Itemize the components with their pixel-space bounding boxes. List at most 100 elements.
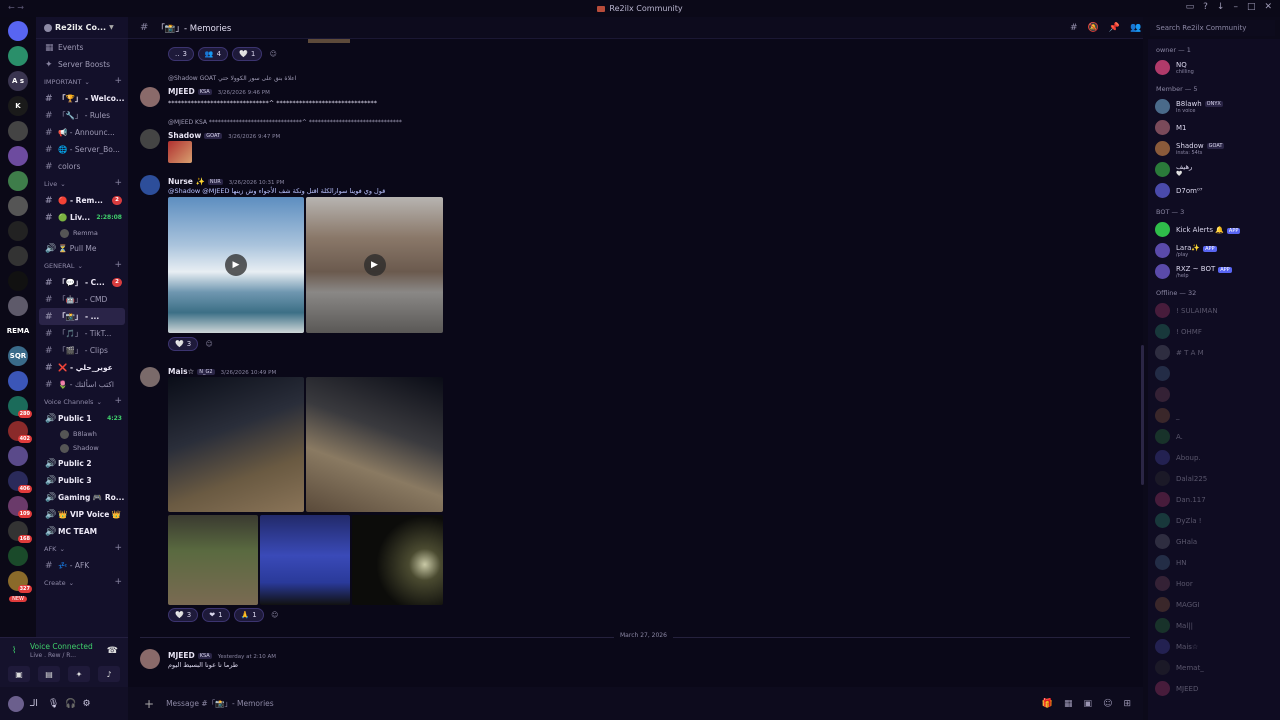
sticker-icon[interactable]: ▣: [1084, 699, 1093, 709]
member-item[interactable]: DyZla !: [1148, 510, 1280, 531]
channel-category[interactable]: Live ⌄ +: [36, 175, 128, 192]
camera-off-button[interactable]: ▣: [8, 666, 30, 682]
channel-item[interactable]: # 「💬」 - C... 2: [36, 274, 128, 291]
server-icon[interactable]: SQR: [8, 346, 28, 366]
channel-item[interactable]: 🔊 👑 VIP Voice 👑: [36, 506, 128, 523]
reaction-button[interactable]: .. 3: [168, 47, 194, 61]
server-icon[interactable]: [8, 546, 28, 566]
member-item[interactable]: Shadow GOAT insta: 54ts: [1148, 138, 1280, 159]
apps-icon[interactable]: ⊞: [1123, 699, 1131, 709]
close-icon[interactable]: ✕: [1264, 2, 1272, 12]
channel-item[interactable]: # colors: [36, 158, 128, 175]
server-icon[interactable]: 280: [8, 396, 32, 418]
channel-item[interactable]: # 📢 - Announc...: [36, 124, 128, 141]
search-input[interactable]: Search Re2ilx Community: [1150, 20, 1275, 36]
server-icon[interactable]: [8, 196, 28, 216]
reaction-button[interactable]: 🤍 3: [168, 608, 199, 622]
reply-preview[interactable]: @Shadow GOAT اعلاة بنق على سور الكوولا ح…: [168, 75, 296, 82]
add-reaction-icon[interactable]: ☺: [202, 337, 216, 351]
add-reaction-icon[interactable]: ☺: [266, 47, 280, 61]
channel-item[interactable]: 🔊 Public 1 4:23: [36, 410, 128, 427]
emoji-icon[interactable]: ☺: [1103, 699, 1112, 709]
member-item[interactable]: رهيف 🤍: [1148, 159, 1280, 180]
server-icon[interactable]: REMA: [7, 321, 29, 341]
member-item[interactable]: MJEED: [1148, 678, 1280, 699]
reaction-button[interactable]: 🙏 1: [233, 608, 264, 622]
gear-icon[interactable]: ⚙: [83, 699, 91, 709]
author-name[interactable]: Nurse ✨ NUR 3/26/2026 10:31 PM: [168, 177, 284, 186]
pin-icon[interactable]: 📌: [1109, 23, 1120, 33]
member-item[interactable]: _: [1148, 405, 1280, 426]
soundboard-button[interactable]: ♪: [98, 666, 120, 682]
channel-item[interactable]: # 「🎬」 - Clips: [36, 342, 128, 359]
channel-item[interactable]: # 🔴 - Rem... 2: [36, 192, 128, 209]
channel-item[interactable]: # 🌷 - اكتب اسألتك: [36, 376, 128, 393]
member-item[interactable]: HN: [1148, 552, 1280, 573]
gif-icon[interactable]: ▦: [1064, 699, 1073, 709]
server-icon[interactable]: [8, 371, 28, 391]
maximize-icon[interactable]: □: [1247, 2, 1256, 12]
member-item[interactable]: GHala: [1148, 531, 1280, 552]
image-attachment[interactable]: [168, 515, 258, 605]
avatar[interactable]: [140, 129, 160, 149]
members-icon[interactable]: 👥: [1130, 23, 1141, 33]
member-item[interactable]: RXZ ~ BOT APP/help: [1148, 261, 1280, 282]
member-item[interactable]: Mais☆: [1148, 636, 1280, 657]
minimize-icon[interactable]: –: [1233, 2, 1238, 12]
add-channel-icon[interactable]: +: [114, 260, 122, 270]
reaction-button[interactable]: 👥 4: [197, 47, 229, 61]
server-icon[interactable]: A s: [8, 71, 28, 91]
member-item[interactable]: Memat_: [1148, 657, 1280, 678]
image-attachment[interactable]: [260, 515, 350, 605]
member-item[interactable]: Mal||: [1148, 615, 1280, 636]
sidebar-item[interactable]: ▦ Events: [36, 39, 128, 56]
member-item[interactable]: [1148, 363, 1280, 384]
member-item[interactable]: M1: [1148, 117, 1280, 138]
server-icon[interactable]: [8, 446, 28, 466]
server-icon[interactable]: [8, 221, 28, 241]
channel-item[interactable]: 🔊 ⏳ Pull Me: [36, 240, 128, 257]
author-name[interactable]: MJEED KSA Yesterday at 2:10 AM: [168, 651, 276, 660]
server-icon[interactable]: [8, 21, 28, 41]
member-item[interactable]: [1148, 384, 1280, 405]
member-item[interactable]: Dalal225: [1148, 468, 1280, 489]
channel-item[interactable]: 🔊 Gaming 🎮 Ro...: [36, 489, 128, 506]
voice-subtitle[interactable]: Live . Rew / R...: [30, 652, 76, 659]
member-item[interactable]: ! OHMF: [1148, 321, 1280, 342]
reaction-button[interactable]: 🤍 3: [168, 337, 199, 351]
channel-item[interactable]: # 「🔧」 - Rules: [36, 107, 128, 124]
author-name[interactable]: Mais☆ N_G2 3/26/2026 10:49 PM: [168, 367, 276, 376]
help-icon[interactable]: ?: [1203, 2, 1208, 12]
avatar[interactable]: [140, 87, 160, 107]
channel-item[interactable]: 🔊 MC TEAM: [36, 523, 128, 540]
channel-item[interactable]: # 🟢 Liv... 2:28:08: [36, 209, 128, 226]
video-attachment[interactable]: ▶: [306, 197, 443, 333]
server-icon[interactable]: [8, 46, 28, 66]
server-header[interactable]: Re2ilx Co... ▼: [36, 17, 128, 39]
scrollbar[interactable]: [1141, 345, 1144, 485]
channel-item[interactable]: # 🌐 - Server_Bo...: [36, 141, 128, 158]
channel-item[interactable]: # 「🏆」 - Welco...: [36, 90, 128, 107]
member-item[interactable]: Kick Alerts 🔔 APP: [1148, 219, 1280, 240]
add-channel-icon[interactable]: +: [114, 396, 122, 406]
channel-category[interactable]: AFK ⌄ +: [36, 540, 128, 557]
channel-item[interactable]: 🔊 Public 3: [36, 472, 128, 489]
avatar[interactable]: [8, 695, 24, 712]
reply-preview[interactable]: @MJEED KSA *****************************…: [168, 119, 402, 126]
channel-item[interactable]: # ❌ - عوير_حلي: [36, 359, 128, 376]
server-icon[interactable]: 327: [8, 571, 32, 593]
member-item[interactable]: ! SULAIMAN: [1148, 300, 1280, 321]
add-channel-icon[interactable]: +: [114, 543, 122, 553]
avatar[interactable]: [140, 649, 160, 669]
author-name[interactable]: Shadow GOAT 3/26/2026 9:47 PM: [168, 131, 280, 140]
server-icon[interactable]: [8, 171, 28, 191]
channel-item[interactable]: # 💤 - AFK: [36, 557, 128, 574]
member-item[interactable]: MAGGI: [1148, 594, 1280, 615]
member-item[interactable]: A.: [1148, 426, 1280, 447]
voice-participant[interactable]: B8lawh: [36, 427, 128, 441]
play-icon[interactable]: ▶: [363, 254, 386, 276]
mic-icon[interactable]: 🎙: [48, 699, 59, 709]
server-icon[interactable]: K: [8, 96, 28, 116]
threads-icon[interactable]: #: [1070, 23, 1078, 33]
member-item[interactable]: D7om⁰⁷: [1148, 180, 1280, 201]
